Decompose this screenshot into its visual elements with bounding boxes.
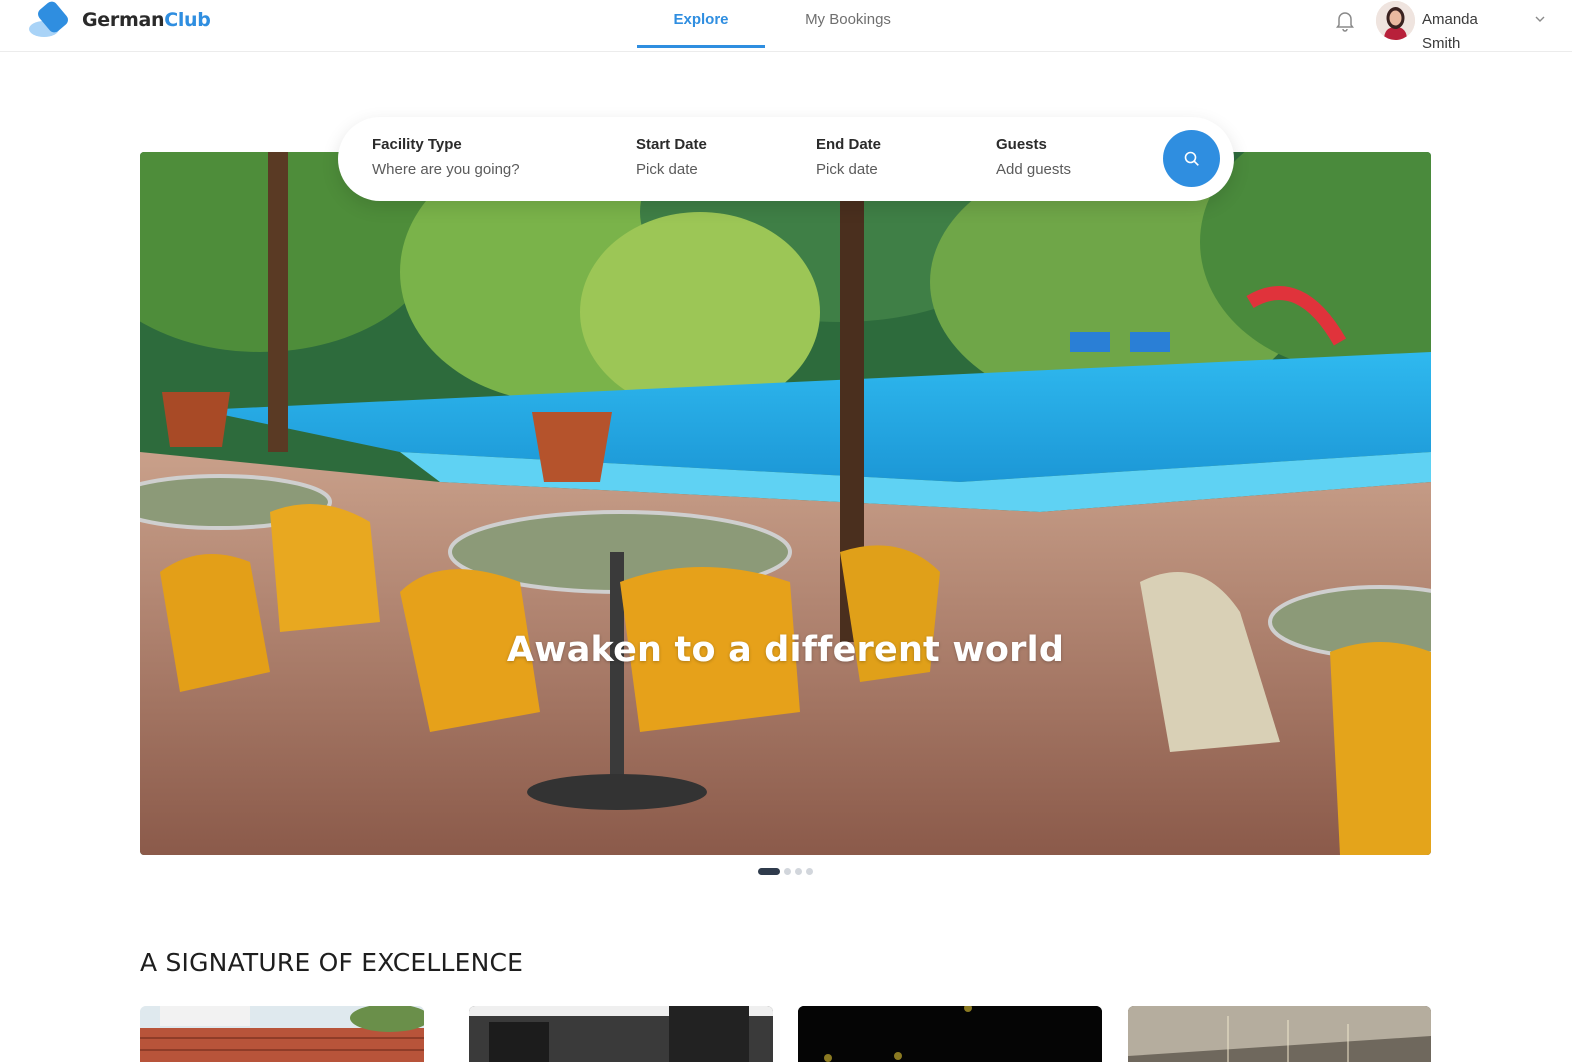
- end-date-field[interactable]: End Date Pick date: [816, 135, 976, 180]
- field-label: End Date: [816, 136, 882, 153]
- user-last-name: Smith: [1422, 35, 1461, 52]
- avatar[interactable]: [1376, 1, 1415, 40]
- section-title: A SIGNATURE OF EXCELLENCE: [140, 948, 524, 977]
- logo-icon: [28, 0, 76, 40]
- carousel-dot-1[interactable]: [758, 868, 780, 875]
- tab-my-bookings[interactable]: My Bookings: [765, 0, 931, 48]
- facility-card[interactable]: [1128, 1006, 1431, 1062]
- field-label: Facility Type: [372, 136, 462, 153]
- user-name[interactable]: Amanda Smith: [1422, 8, 1522, 56]
- top-header: GermanClub Explore My Bookings Amanda Sm…: [0, 0, 1572, 52]
- brand-name: GermanClub: [82, 9, 211, 31]
- chevron-down-icon[interactable]: [1533, 12, 1547, 26]
- start-date-field[interactable]: Start Date Pick date: [636, 135, 796, 180]
- facility-card[interactable]: [140, 1006, 424, 1062]
- carousel-dots: [758, 868, 813, 875]
- card-image: [1128, 1006, 1431, 1062]
- field-placeholder: Pick date: [636, 161, 698, 178]
- brand-logo[interactable]: GermanClub: [28, 0, 211, 40]
- carousel-dot-2[interactable]: [784, 868, 791, 875]
- card-image: [469, 1006, 773, 1062]
- guests-field[interactable]: Guests Add guests: [996, 135, 1146, 180]
- hero-image: [140, 152, 1431, 855]
- facility-card[interactable]: [798, 1006, 1102, 1062]
- card-image: [798, 1006, 1102, 1062]
- field-label: Guests: [996, 136, 1047, 153]
- carousel-dot-4[interactable]: [806, 868, 813, 875]
- hero-title: Awaken to a different world: [506, 630, 1065, 670]
- main-nav: Explore My Bookings: [637, 0, 931, 52]
- carousel-dot-3[interactable]: [795, 868, 802, 875]
- brand-name-part2: Club: [164, 9, 211, 31]
- user-first-name: Amanda: [1422, 11, 1478, 28]
- hero-banner: Awaken to a different world: [140, 152, 1431, 855]
- field-placeholder: Where are you going?: [372, 161, 520, 178]
- card-image: [140, 1006, 424, 1062]
- field-placeholder: Pick date: [816, 161, 878, 178]
- field-label: Start Date: [636, 136, 707, 153]
- search-icon: [1184, 151, 1199, 166]
- search-button[interactable]: [1163, 130, 1220, 187]
- search-bar: Facility Type Where are you going? Start…: [338, 117, 1234, 201]
- field-placeholder: Add guests: [996, 161, 1072, 178]
- facility-card[interactable]: [469, 1006, 773, 1062]
- bell-icon[interactable]: [1333, 8, 1357, 32]
- brand-name-part1: German: [82, 9, 165, 31]
- tab-explore[interactable]: Explore: [637, 0, 765, 48]
- facility-type-field[interactable]: Facility Type Where are you going?: [372, 135, 612, 180]
